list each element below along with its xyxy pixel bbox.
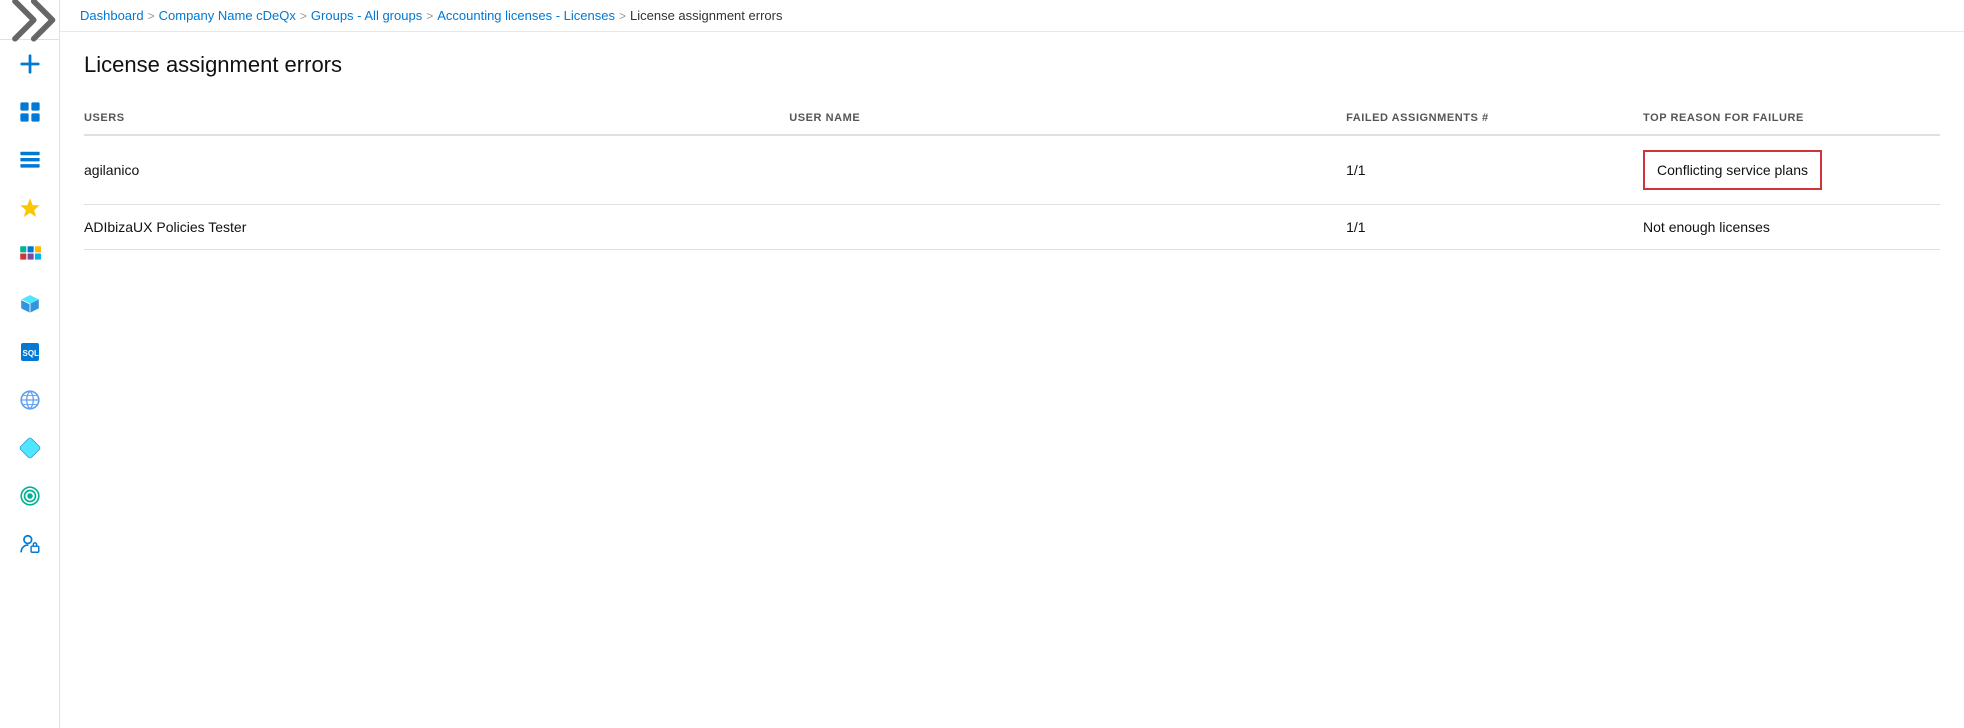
col-header-username: USER NAME <box>789 102 1346 135</box>
col-header-reason: TOP REASON FOR FAILURE <box>1643 102 1940 135</box>
svg-text:SQL: SQL <box>22 349 39 358</box>
list-icon <box>19 149 41 171</box>
breadcrumb-sep-4: > <box>619 9 626 23</box>
page-content: License assignment errors USERS USER NAM… <box>60 32 1964 728</box>
table-row: ADIbizaUX Policies Tester 1/1 Not enough… <box>84 205 1940 250</box>
conflicting-plans-badge[interactable]: Conflicting service plans <box>1643 150 1822 190</box>
sidebar-item-sql[interactable]: SQL <box>0 328 60 376</box>
sidebar-expand-button[interactable] <box>0 0 60 40</box>
diamond-icon <box>19 437 41 459</box>
sidebar-item-globe[interactable] <box>0 376 60 424</box>
target-icon <box>19 485 41 507</box>
breadcrumb-sep-3: > <box>426 9 433 23</box>
package-icon <box>19 293 41 315</box>
cell-username-1 <box>789 135 1346 205</box>
sidebar-item-add[interactable] <box>0 40 60 88</box>
breadcrumb: Dashboard > Company Name cDeQx > Groups … <box>60 0 1964 32</box>
dashboard-icon <box>19 101 41 123</box>
sidebar-item-target[interactable] <box>0 472 60 520</box>
page-title: License assignment errors <box>84 52 1940 78</box>
col-header-users: USERS <box>84 102 789 135</box>
cell-reason-1[interactable]: Conflicting service plans <box>1643 135 1940 205</box>
sidebar-item-package[interactable] <box>0 280 60 328</box>
table-header-row: USERS USER NAME FAILED ASSIGNMENTS # TOP… <box>84 102 1940 135</box>
cell-username-2 <box>789 205 1346 250</box>
breadcrumb-dashboard[interactable]: Dashboard <box>80 8 144 23</box>
table-row: agilanico 1/1 Conflicting service plans <box>84 135 1940 205</box>
breadcrumb-licenses[interactable]: Accounting licenses - Licenses <box>437 8 615 23</box>
cell-users-1: agilanico <box>84 135 789 205</box>
globe-icon <box>19 389 41 411</box>
sidebar-item-diamond[interactable] <box>0 424 60 472</box>
sidebar-item-apps[interactable] <box>0 232 60 280</box>
breadcrumb-sep-2: > <box>300 9 307 23</box>
user-lock-icon <box>19 533 41 555</box>
cell-failed-2: 1/1 <box>1346 205 1643 250</box>
col-header-failed: FAILED ASSIGNMENTS # <box>1346 102 1643 135</box>
sidebar-item-list[interactable] <box>0 136 60 184</box>
plus-icon <box>19 53 41 75</box>
license-errors-table: USERS USER NAME FAILED ASSIGNMENTS # TOP… <box>84 102 1940 250</box>
sidebar: SQL <box>0 0 60 728</box>
cell-reason-2: Not enough licenses <box>1643 205 1940 250</box>
sql-icon: SQL <box>19 341 41 363</box>
main-content: Dashboard > Company Name cDeQx > Groups … <box>60 0 1964 728</box>
breadcrumb-company[interactable]: Company Name cDeQx <box>159 8 296 23</box>
apps-icon <box>19 245 41 267</box>
cell-users-2: ADIbizaUX Policies Tester <box>84 205 789 250</box>
sidebar-item-user-lock[interactable] <box>0 520 60 568</box>
breadcrumb-groups[interactable]: Groups - All groups <box>311 8 422 23</box>
sidebar-item-dashboard[interactable] <box>0 88 60 136</box>
breadcrumb-sep-1: > <box>148 9 155 23</box>
cell-failed-1: 1/1 <box>1346 135 1643 205</box>
star-icon <box>19 197 41 219</box>
sidebar-item-favorites[interactable] <box>0 184 60 232</box>
breadcrumb-current: License assignment errors <box>630 8 782 23</box>
